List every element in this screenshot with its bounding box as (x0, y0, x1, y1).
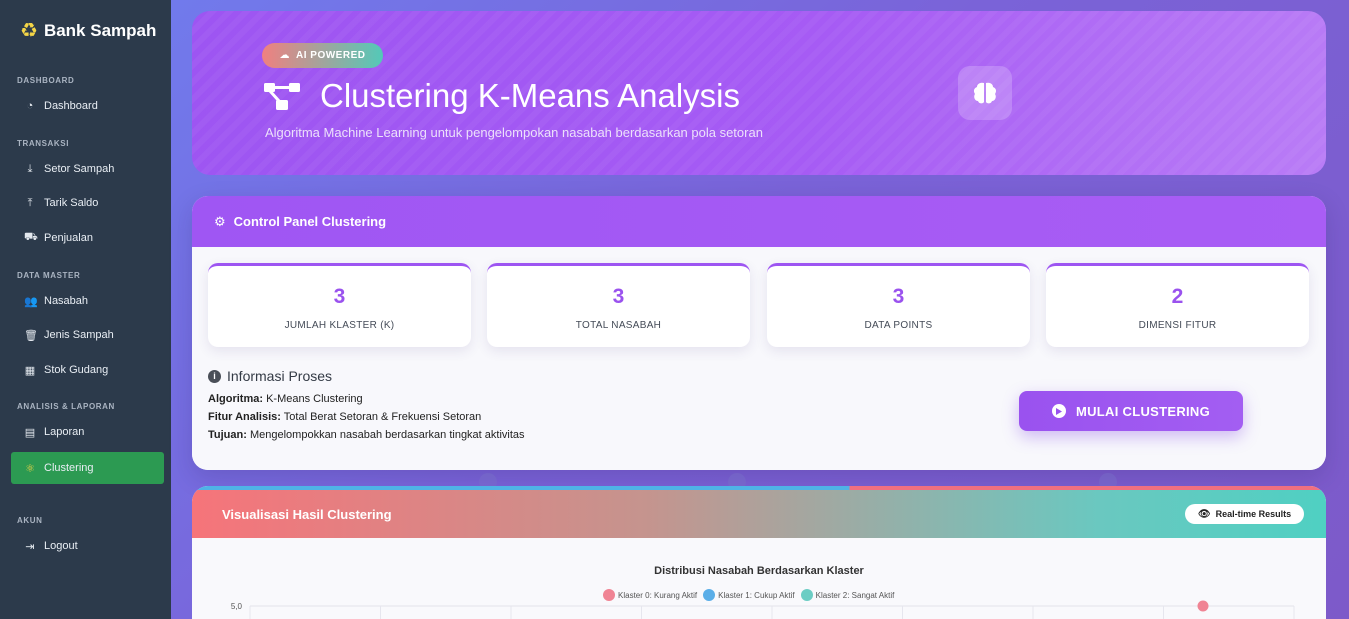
info-fitur: Fitur Analisis: Total Berat Setoran & Fr… (208, 408, 525, 426)
brand-name: Bank Sampah (43, 21, 157, 40)
stat-card-dimensi-fitur: 2 DIMENSI FITUR (1046, 263, 1309, 347)
sidebar-item-nasabah[interactable]: 👥 Nasabah (11, 285, 164, 317)
realtime-results-label: Real-time Results (1215, 509, 1292, 519)
sidebar-item-logout[interactable]: ⇥ Logout (11, 530, 164, 562)
sidebar-item-laporan[interactable]: ▤ Laporan (11, 416, 164, 448)
section-label-akun: AKUN (17, 516, 43, 525)
visualization-title: Visualisasi Hasil Clustering (222, 506, 392, 522)
control-panel-header: ⚙ Control Panel Clustering (192, 196, 1326, 247)
info-circle-icon: i (208, 369, 221, 383)
badge-label: AI POWERED (296, 50, 366, 61)
sidebar-item-label: Logout (44, 540, 78, 552)
file-icon: ▤ (24, 426, 36, 439)
sidebar-item-label: Dashboard (44, 100, 98, 112)
process-info-title: i Informasi Proses (208, 368, 525, 384)
sidebar-item-label: Nasabah (44, 295, 89, 307)
project-diagram-icon (264, 83, 300, 110)
data-point-klaster-0[interactable] (1197, 600, 1209, 612)
y-tick-label: 5,0 (231, 602, 243, 611)
play-circle-icon (1051, 404, 1066, 418)
sidebar: ♻ Bank Sampah DASHBOARD ◔ Dashboard TRAN… (0, 0, 171, 619)
stat-label: JUMLAH KLASTER (K) (284, 320, 395, 331)
sidebar-item-penjualan[interactable]: ⛟ Penjualan (11, 222, 164, 254)
sidebar-item-label: Stok Gudang (44, 364, 109, 376)
sidebar-item-label: Tarik Saldo (44, 197, 99, 209)
stat-value: 2 (1171, 285, 1184, 308)
control-panel-title: Control Panel Clustering (233, 214, 387, 229)
users-icon: 👥 (24, 295, 38, 308)
brain-icon (973, 82, 997, 104)
stat-value: 3 (333, 285, 346, 308)
control-panel-body: 3 JUMLAH KLASTER (K) 3 TOTAL NASABAH 3 D… (192, 247, 1326, 470)
visualization-card: Visualisasi Hasil Clustering 👁 Real-time… (192, 486, 1326, 619)
stat-value: 3 (612, 285, 625, 308)
hero-banner: ☁ AI POWERED Clustering K-Means Analysis… (192, 11, 1326, 175)
sidebar-item-label: Setor Sampah (44, 163, 115, 175)
sidebar-item-tarik-saldo[interactable]: ⤒ Tarik Saldo (11, 187, 164, 219)
warehouse-icon: ▦ (24, 364, 36, 377)
sidebar-item-dashboard[interactable]: ◔ Dashboard (11, 90, 164, 122)
stat-label: TOTAL NASABAH (575, 320, 662, 331)
page-subtitle: Algoritma Machine Learning untuk pengelo… (265, 125, 763, 140)
info-algoritma: Algoritma: K-Means Clustering (208, 390, 525, 408)
recycle-icon: ♻ (20, 20, 38, 42)
sidebar-item-label: Penjualan (44, 232, 93, 244)
visualization-header: Visualisasi Hasil Clustering 👁 Real-time… (192, 490, 1326, 538)
project-diagram-icon: ⚛ (25, 462, 35, 475)
section-label-analisis: ANALISIS & LAPORAN (17, 402, 115, 411)
trash-icon: 🗑 (24, 329, 38, 342)
control-panel: ⚙ Control Panel Clustering 3 JUMLAH KLAS… (192, 196, 1326, 470)
start-clustering-label: MULAI CLUSTERING (1075, 403, 1211, 419)
stat-label: DIMENSI FITUR (1138, 320, 1217, 331)
ai-powered-badge: ☁ AI POWERED (262, 43, 383, 68)
stat-card-jumlah-klaster: 3 JUMLAH KLASTER (K) (208, 263, 471, 347)
info-label: Algoritma: (208, 393, 263, 405)
sign-out-icon: ⇥ (25, 540, 35, 553)
sidebar-item-stok-gudang[interactable]: ▦ Stok Gudang (11, 354, 164, 386)
stat-card-total-nasabah: 3 TOTAL NASABAH (487, 263, 750, 347)
section-label-data-master: DATA MASTER (17, 271, 81, 280)
brain-icon-box (958, 66, 1012, 120)
gauge-icon: ◔ (26, 100, 34, 112)
process-info: i Informasi Proses Algoritma: K-Means Cl… (208, 368, 525, 444)
stat-label: DATA POINTS (864, 320, 933, 331)
sidebar-item-clustering[interactable]: ⚛ Clustering (11, 452, 164, 484)
realtime-results-badge: 👁 Real-time Results (1185, 504, 1304, 524)
sidebar-item-label: Laporan (44, 426, 85, 438)
stat-value: 3 (892, 285, 905, 308)
robot-icon: ☁ (279, 50, 291, 61)
truck-icon: ⛟ (24, 231, 38, 243)
stat-card-data-points: 3 DATA POINTS (767, 263, 1030, 347)
section-label-transaksi: TRANSAKSI (17, 139, 70, 148)
brand[interactable]: ♻ Bank Sampah (20, 18, 156, 44)
info-tujuan: Tujuan: Mengelompokkan nasabah berdasark… (208, 426, 525, 444)
info-value: K-Means Clustering (266, 393, 363, 405)
sidebar-item-label: Jenis Sampah (44, 329, 114, 341)
page-title-text: Clustering K-Means Analysis (320, 77, 741, 114)
section-label-dashboard: DASHBOARD (17, 76, 75, 85)
info-value: Mengelompokkan nasabah berdasarkan tingk… (249, 429, 525, 441)
start-clustering-button[interactable]: MULAI CLUSTERING (1019, 391, 1243, 431)
eye-icon: 👁 (1197, 508, 1211, 520)
sidebar-item-setor-sampah[interactable]: ⤓ Setor Sampah (11, 153, 164, 185)
scatter-plot: 5,0 (231, 600, 1295, 619)
sidebar-item-jenis-sampah[interactable]: 🗑 Jenis Sampah (11, 319, 164, 351)
upload-icon: ⤒ (27, 196, 33, 209)
process-info-title-text: Informasi Proses (227, 368, 333, 384)
cogs-icon: ⚙ (214, 213, 226, 229)
download-icon: ⤓ (27, 162, 33, 175)
info-value: Total Berat Setoran & Frekuensi Setoran (283, 411, 482, 423)
info-label: Tujuan: (208, 429, 247, 441)
chart-area: Distribusi Nasabah Berdasarkan Klaster K… (192, 538, 1326, 619)
page-title: Clustering K-Means Analysis (264, 77, 740, 115)
sidebar-item-label: Clustering (44, 462, 94, 474)
info-label: Fitur Analisis: (208, 411, 281, 423)
